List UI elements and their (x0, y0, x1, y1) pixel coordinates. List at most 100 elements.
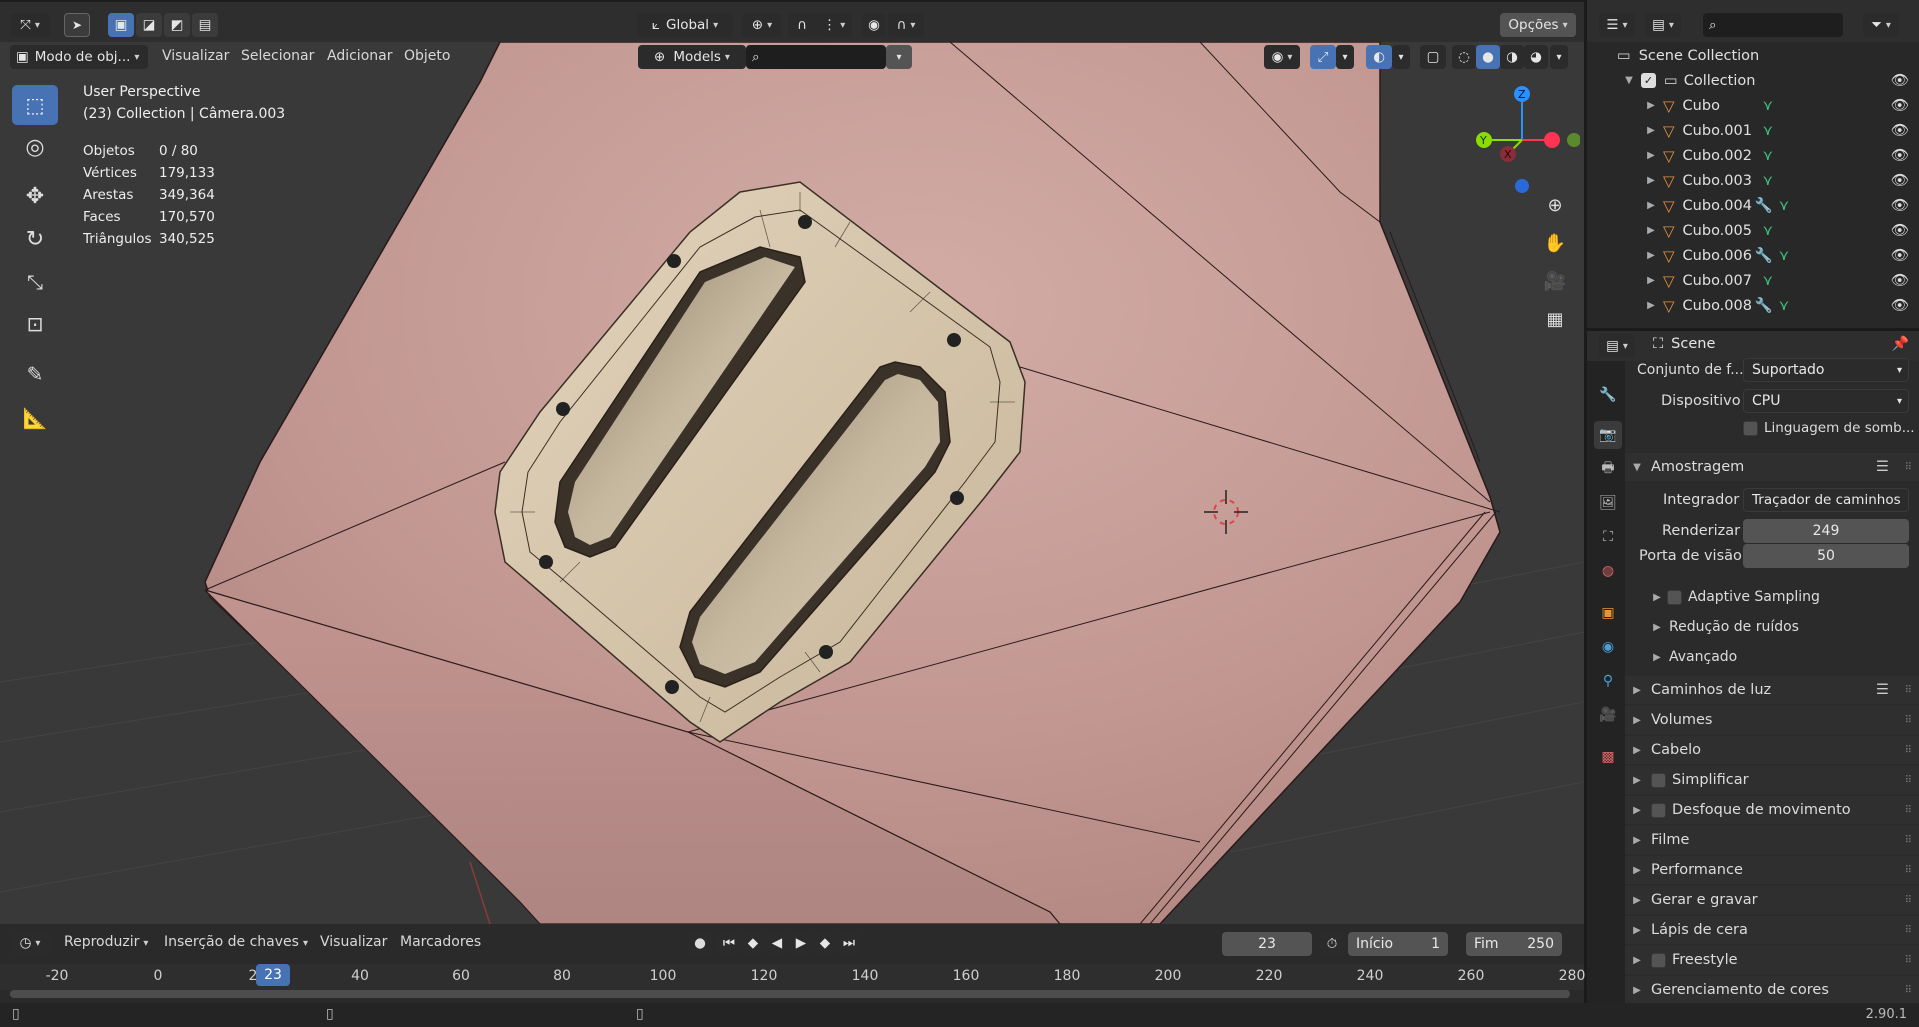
eye-icon[interactable]: 👁 (1891, 222, 1909, 239)
panel-header[interactable]: ▶ Gerar e gravar ⠿ (1625, 886, 1919, 914)
panel-header[interactable]: ▶ Lápis de cera ⠿ (1625, 916, 1919, 944)
checkbox-checked-icon[interactable]: ✓ (1641, 73, 1656, 88)
camera-view-button[interactable]: 🎥 (1538, 264, 1572, 298)
list-icon[interactable]: ☰ (1876, 459, 1889, 475)
snap-target-dropdown[interactable]: ⋮ ▾ (816, 13, 852, 37)
tool-annotate[interactable]: ✎ (12, 354, 58, 394)
collapse-arrow-icon[interactable]: ▶ (1643, 275, 1659, 286)
subpanel-denoising[interactable]: ▶ Redução de ruídos (1649, 613, 1799, 641)
viewport-search-field[interactable]: ⌕ (746, 45, 886, 69)
shading-rendered-button[interactable]: ◕ (1524, 45, 1548, 69)
zoom-button[interactable]: ⊕ (1538, 188, 1572, 222)
drag-handle-icon[interactable]: ⠿ (1905, 985, 1913, 996)
jump-start-button[interactable]: ⏮ (718, 931, 740, 955)
select-tool-mode-button[interactable]: ➤ (64, 13, 90, 37)
playhead[interactable]: 23 (256, 964, 290, 986)
panel-header[interactable]: ▶ Freestyle ⠿ (1625, 946, 1919, 974)
outliner-object-row[interactable]: ▶ ▽ Cubo.002 ⋎ 👁 (1587, 143, 1919, 168)
mesh-data-icon[interactable]: ⋎ (1779, 198, 1790, 214)
mesh-data-icon[interactable]: ⋎ (1763, 148, 1774, 164)
drag-handle-icon[interactable]: ⠿ (1905, 685, 1913, 696)
pan-button[interactable]: ✋ (1538, 226, 1572, 260)
interaction-mode-dropdown[interactable]: ▣ Modo de obj... ▾ (10, 45, 148, 69)
select-intersect-button[interactable]: ▤ (192, 13, 218, 37)
current-frame-field[interactable]: 23 (1222, 932, 1312, 956)
tab-data[interactable]: 🎥 (1594, 701, 1622, 729)
outliner-scene-collection[interactable]: ▭ Scene Collection (1587, 43, 1919, 68)
tool-transform[interactable]: ⊡ (12, 304, 58, 344)
drag-handle-icon[interactable]: ⠿ (1905, 745, 1913, 756)
record-button[interactable]: ● (688, 931, 712, 955)
jump-end-button[interactable]: ⏭ (838, 931, 860, 955)
proportional-edit-toggle[interactable]: ◉ (862, 13, 886, 37)
tab-output[interactable]: 🖶 (1594, 455, 1622, 483)
viewport-samples-field[interactable]: 50 (1743, 544, 1909, 568)
shading-solid-button[interactable]: ● (1476, 45, 1500, 69)
editor-type-button[interactable]: ⤧ ▾ (10, 13, 50, 37)
panel-header[interactable]: ▶ Cabelo ⠿ (1625, 736, 1919, 764)
eye-icon[interactable]: 👁 (1891, 122, 1909, 139)
outliner-object-row[interactable]: ▶ ▽ Cubo ⋎ 👁 (1587, 93, 1919, 118)
overlays-toggle[interactable]: ◐ (1366, 45, 1392, 69)
tab-physics[interactable]: ◉ (1594, 633, 1622, 661)
tool-scale[interactable]: ⤡ (12, 262, 58, 302)
drag-handle-icon[interactable]: ⠿ (1905, 805, 1913, 816)
tool-select-box[interactable]: ⬚ (12, 85, 58, 125)
drag-handle-icon[interactable]: ⠿ (1905, 715, 1913, 726)
select-new-button[interactable]: ▣ (108, 13, 134, 37)
tab-constraints[interactable]: ⚲ (1594, 667, 1622, 695)
eye-icon[interactable]: 👁 (1891, 147, 1909, 164)
options-dropdown[interactable]: Opções ▾ (1500, 13, 1576, 37)
subpanel-advanced[interactable]: ▶ Avançado (1649, 643, 1737, 671)
area-divider-horizontal[interactable] (1587, 328, 1919, 331)
timeline-menu-playback[interactable]: Reproduzir ▾ (64, 934, 148, 950)
panel-header[interactable]: ▶ Gerenciamento de cores ⠿ (1625, 976, 1919, 1004)
timeline-menu-view[interactable]: Visualizar (320, 934, 387, 950)
menu-objeto[interactable]: Objeto (404, 48, 450, 64)
frame-start-field[interactable]: Início 1 (1348, 932, 1448, 956)
shading-wireframe-button[interactable]: ◌ (1452, 45, 1476, 69)
overlays-dropdown[interactable]: ▾ (1392, 45, 1410, 69)
gizmo-dropdown[interactable]: ▾ (1336, 45, 1354, 69)
subpanel-adaptive-sampling[interactable]: ▶ Adaptive Sampling (1649, 583, 1820, 611)
outliner-object-row[interactable]: ▶ ▽ Cubo.003 ⋎ 👁 (1587, 168, 1919, 193)
outliner-editor-type[interactable]: ☰ ▾ (1599, 13, 1635, 37)
outliner-object-row[interactable]: ▶ ▽ Cubo.007 ⋎ 👁 (1587, 268, 1919, 293)
drag-handle-icon[interactable]: ⠿ (1905, 955, 1913, 966)
timeline-menu-keying[interactable]: Inserção de chaves ▾ (164, 934, 308, 950)
play-reverse-button[interactable]: ◀ (766, 931, 788, 955)
tab-tool[interactable]: 🔧 (1594, 381, 1622, 409)
outliner-object-row[interactable]: ▶ ▽ Cubo.005 ⋎ 👁 (1587, 218, 1919, 243)
mesh-data-icon[interactable]: ⋎ (1763, 98, 1774, 114)
menu-selecionar[interactable]: Selecionar (241, 48, 314, 64)
tab-world[interactable]: ◍ (1594, 557, 1622, 585)
integrator-dropdown[interactable]: Traçador de caminhos (1743, 488, 1909, 512)
panel-header[interactable]: ▶ Volumes ⠿ (1625, 706, 1919, 734)
menu-visualizar[interactable]: Visualizar (162, 48, 229, 64)
wrench-icon[interactable]: 🔧 (1755, 297, 1773, 314)
prev-keyframe-button[interactable]: ◆ (742, 931, 764, 955)
falloff-dropdown[interactable]: ∩ ▾ (888, 13, 924, 37)
adaptive-sampling-checkbox[interactable] (1667, 589, 1682, 605)
eye-icon[interactable]: 👁 (1891, 97, 1909, 114)
wrench-icon[interactable]: 🔧 (1755, 197, 1773, 214)
pin-icon[interactable]: 📌 (1892, 336, 1909, 352)
mesh-data-icon[interactable]: ⋎ (1763, 273, 1774, 289)
timeline-ruler[interactable]: -20 0 2 40 60 80 100 120 140 160 180 200 220 240 260 28… (0, 964, 1585, 990)
next-keyframe-button[interactable]: ◆ (814, 931, 836, 955)
collection-selector[interactable]: ⊕ Models ▾ (638, 45, 746, 69)
shading-material-button[interactable]: ◑ (1500, 45, 1524, 69)
drag-handle-icon[interactable]: ⠿ (1905, 865, 1913, 876)
collapse-arrow-icon[interactable]: ▶ (1643, 250, 1659, 261)
tab-object[interactable]: ▣ (1594, 599, 1622, 627)
select-extend-button[interactable]: ◪ (136, 13, 162, 37)
shading-dropdown[interactable]: ▾ (1550, 45, 1568, 69)
collapse-arrow-icon[interactable]: ▶ (1643, 300, 1659, 311)
tool-measure[interactable]: 📐 (12, 398, 58, 438)
outliner-object-row[interactable]: ▶ ▽ Cubo.008 🔧 ⋎ 👁 (1587, 293, 1919, 318)
panel-header[interactable]: ▶ Performance ⠿ (1625, 856, 1919, 884)
eye-icon[interactable]: 👁 (1891, 272, 1909, 289)
area-divider-vertical[interactable] (1584, 0, 1587, 1003)
properties-editor-type[interactable]: ▤ ▾ (1599, 334, 1635, 358)
mesh-data-icon[interactable]: ⋎ (1763, 173, 1774, 189)
